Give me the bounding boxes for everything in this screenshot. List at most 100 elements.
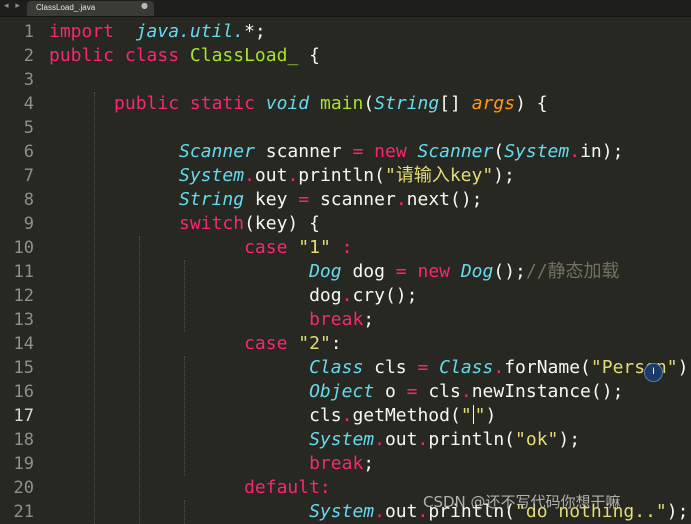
code-token: . [287,165,299,186]
code-token: out [384,501,418,522]
line-number: 11 [13,262,34,282]
code-token: getMethod( [352,405,461,426]
code-token: in); [580,141,624,162]
code-line[interactable]: 16 Object o = cls.newInstance(); [0,380,691,404]
code-line[interactable]: 12 dog.cry(); [0,284,691,308]
code-token: ); [558,429,581,450]
code-token: next(); [406,189,483,210]
code-line[interactable]: 17 cls.getMethod(" ") [0,404,691,428]
code-token: . [460,381,472,402]
code-line[interactable]: 10 case "1" : [0,236,691,260]
tab-nav-arrows-icon[interactable]: ◂ ▸ [4,1,22,11]
code-token: : [341,237,353,258]
code-line[interactable]: 19 break; [0,452,691,476]
code-text: System.out.println("请输入key"); [49,164,515,188]
code-line[interactable]: 7 System.out.println("请输入key"); [0,164,691,188]
line-number: 6 [23,142,34,162]
code-text: public class ClassLoad_ { [49,44,320,68]
code-token: ); [666,501,689,522]
code-line[interactable]: 8 String key = scanner.next(); [0,188,691,212]
code-token: ) { [515,93,548,114]
code-token: . [374,429,385,450]
code-token: "请输入key" [384,165,494,186]
line-number: 18 [13,430,34,450]
code-token: println( [428,429,516,450]
code-line[interactable]: 2 public class ClassLoad_ { [0,44,691,68]
code-token: = [352,141,364,162]
code-token: Class [439,357,494,378]
code-token: case [244,333,288,354]
code-token: = [395,261,407,282]
code-token: void [265,93,310,114]
code-text: break; [49,308,374,332]
code-line[interactable]: 11 Dog dog = new Dog();//静态加载 [0,260,691,284]
code-token: "2" [298,333,331,354]
code-token: Scanner [179,141,255,162]
line-number: 1 [23,22,34,42]
code-text: String key = scanner.next(); [49,188,483,212]
code-line[interactable]: 15 Class cls = Class.forName("Person"); [0,356,691,380]
code-line[interactable]: 14 case "2": [0,332,691,356]
code-text: break; [49,452,374,476]
code-token: "Person" [590,357,678,378]
code-line[interactable]: 13 break; [0,308,691,332]
code-token: class [124,45,180,66]
code-line[interactable]: 5 [0,116,691,140]
indent-guide [94,92,95,524]
code-line[interactable]: 6 Scanner scanner = new Scanner(System.i… [0,140,691,164]
code-text: Object o = cls.newInstance(); [49,380,623,404]
tab-classload-java[interactable]: ClassLoad_.java ● [27,1,154,16]
code-token: case [244,237,288,258]
code-token: ; [363,309,375,330]
code-token: [] [439,93,472,114]
code-line[interactable]: 9 switch(key) { [0,212,691,236]
code-text: Dog dog = new Dog();//静态加载 [49,260,619,284]
code-token: . [395,189,407,210]
watermark: CSDN @还不写代码你想干嘛 [423,493,621,511]
line-number: 20 [13,478,34,498]
code-token: Dog [309,261,342,282]
code-token: *; [244,21,266,42]
code-editor[interactable]: 1 import java.util.*; 2 public class ClassL… [0,16,691,524]
code-line[interactable]: 4 public static void main(String[] args)… [0,92,691,116]
line-number: 10 [13,238,34,258]
code-token: o [374,381,407,402]
code-token: ); [677,357,691,378]
code-token: . [569,141,581,162]
code-token: cls [363,357,418,378]
code-token: scanner [309,189,396,210]
line-number: 9 [23,214,34,234]
line-number: 7 [23,166,34,186]
code-line[interactable]: 3 [0,68,691,92]
line-number: 3 [23,70,34,90]
code-token: ; [363,453,375,474]
code-token: cls [49,405,342,426]
code-token: Scanner [417,141,494,162]
code-token: key [244,189,299,210]
unsaved-dot-icon[interactable]: ● [141,1,148,10]
code-token: ); [493,165,515,186]
code-token: public [49,45,115,66]
code-line[interactable]: 1 import java.util.*; [0,20,691,44]
code-token: . [341,405,353,426]
code-token: = [417,357,429,378]
line-number: 2 [23,46,34,66]
code-token: . [341,285,353,306]
code-line[interactable]: 18 System.out.println("ok"); [0,428,691,452]
code-token: ClassLoad_ [189,45,299,66]
code-token: new [374,141,407,162]
code-token: . [493,357,505,378]
code-token: cls [417,381,461,402]
